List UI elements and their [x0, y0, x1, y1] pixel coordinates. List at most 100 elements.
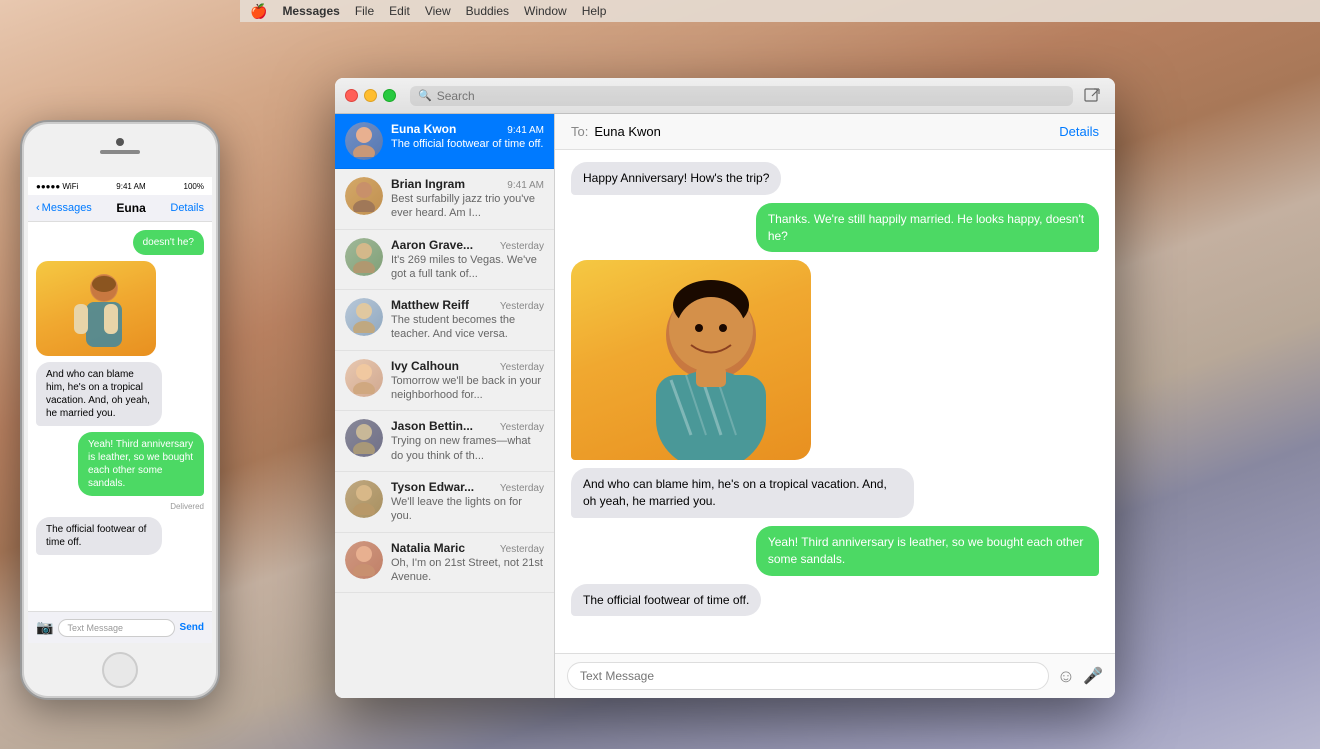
window-close-button[interactable]	[345, 89, 358, 102]
iphone-navbar: ‹ Messages Euna Details	[28, 195, 212, 222]
contact-time-natalia-maric: Yesterday	[500, 544, 544, 555]
menubar-buddies[interactable]: Buddies	[466, 4, 509, 18]
iphone-back-button[interactable]: ‹ Messages	[36, 202, 92, 214]
iphone-signal: ●●●●● WiFi	[36, 182, 78, 191]
chat-msg-image	[571, 260, 1099, 460]
window-titlebar: 🔍	[335, 78, 1115, 114]
compose-button[interactable]	[1079, 83, 1105, 109]
contact-name-natalia-maric: Natalia Maric	[391, 541, 465, 555]
contact-info-tyson-edwar: Tyson Edwar... Yesterday We'll leave the…	[391, 480, 544, 524]
search-icon: 🔍	[418, 89, 432, 102]
contact-avatar-aaron-grave	[345, 238, 383, 276]
messages-window: 🔍	[335, 78, 1115, 698]
contact-item-ivy-calhoun[interactable]: Ivy Calhoun Yesterday Tomorrow we'll be …	[335, 351, 554, 412]
contact-name-brian-ingram: Brian Ingram	[391, 177, 465, 191]
search-input[interactable]	[437, 89, 1065, 103]
contact-avatar-tyson-edwar	[345, 480, 383, 518]
iphone-details-button[interactable]: Details	[170, 202, 204, 214]
window-maximize-button[interactable]	[383, 89, 396, 102]
contact-preview-tyson-edwar: We'll leave the lights on for you.	[391, 495, 544, 524]
chat-area: To: Euna Kwon Details Happy Anniversary!…	[555, 114, 1115, 698]
contact-info-natalia-maric: Natalia Maric Yesterday Oh, I'm on 21st …	[391, 541, 544, 585]
iphone-camera-button[interactable]: 📷	[36, 619, 53, 636]
contact-time-brian-ingram: 9:41 AM	[507, 180, 544, 191]
chat-msg-incoming-2: And who can blame him, he's on a tropica…	[571, 468, 1099, 518]
compose-icon	[1084, 88, 1100, 104]
contact-info-aaron-grave: Aaron Grave... Yesterday It's 269 miles …	[391, 238, 544, 282]
contact-preview-natalia-maric: Oh, I'm on 21st Street, not 21st Avenue.	[391, 556, 544, 585]
chat-input-area: ☺ 🎤	[555, 653, 1115, 698]
apple-menu-icon[interactable]: 🍎	[250, 3, 267, 20]
contact-item-tyson-edwar[interactable]: Tyson Edwar... Yesterday We'll leave the…	[335, 472, 554, 533]
chat-bubble-2: Thanks. We're still happily married. He …	[756, 203, 1099, 253]
chat-to-field: To: Euna Kwon	[571, 124, 661, 139]
chat-details-button[interactable]: Details	[1059, 124, 1099, 139]
contact-item-aaron-grave[interactable]: Aaron Grave... Yesterday It's 269 miles …	[335, 230, 554, 291]
chat-msg-incoming-1: Happy Anniversary! How's the trip?	[571, 162, 1099, 195]
contact-info-brian-ingram: Brian Ingram 9:41 AM Best surfabilly jaz…	[391, 177, 544, 221]
menubar-edit[interactable]: Edit	[389, 4, 410, 18]
contact-item-matthew-reiff[interactable]: Matthew Reiff Yesterday The student beco…	[335, 290, 554, 351]
iphone-battery: 100%	[184, 182, 204, 191]
iphone-status-bar: ●●●●● WiFi 9:41 AM 100%	[28, 177, 212, 195]
contact-name-tyson-edwar: Tyson Edwar...	[391, 480, 474, 494]
mac-menubar: 🍎 Messages File Edit View Buddies Window…	[240, 0, 1320, 22]
contact-preview-brian-ingram: Best surfabilly jazz trio you've ever he…	[391, 192, 544, 221]
window-body: Euna Kwon 9:41 AM The official footwear …	[335, 114, 1115, 698]
iphone-input-bar: 📷 Text Message Send	[28, 611, 212, 643]
iphone-screen: ●●●●● WiFi 9:41 AM 100% ‹ Messages Euna …	[28, 177, 212, 643]
menubar-messages[interactable]: Messages	[282, 4, 339, 18]
microphone-button[interactable]: 🎤	[1083, 666, 1103, 686]
chat-text-input[interactable]	[567, 662, 1049, 690]
iphone-msg-incoming-2: The official footwear of time off.	[36, 517, 162, 555]
contact-item-euna-kwon[interactable]: Euna Kwon 9:41 AM The official footwear …	[335, 114, 554, 169]
contact-time-tyson-edwar: Yesterday	[500, 483, 544, 494]
emoji-button[interactable]: ☺	[1057, 666, 1075, 687]
contact-name-aaron-grave: Aaron Grave...	[391, 238, 473, 252]
menubar-window[interactable]: Window	[524, 4, 567, 18]
iphone-msg-incoming-1: And who can blame him, he's on a tropica…	[36, 362, 162, 426]
chat-header: To: Euna Kwon Details	[555, 114, 1115, 150]
contact-preview-jason-bettin: Trying on new frames—what do you think o…	[391, 434, 544, 463]
contact-item-jason-bettin[interactable]: Jason Bettin... Yesterday Trying on new …	[335, 411, 554, 472]
window-minimize-button[interactable]	[364, 89, 377, 102]
contact-info-euna-kwon: Euna Kwon 9:41 AM The official footwear …	[391, 122, 544, 151]
contact-item-natalia-maric[interactable]: Natalia Maric Yesterday Oh, I'm on 21st …	[335, 533, 554, 594]
search-bar[interactable]: 🔍	[410, 86, 1073, 106]
iphone-msg-outgoing-1: doesn't he?	[133, 230, 204, 255]
contact-avatar-ivy-calhoun	[345, 359, 383, 397]
iphone-camera	[116, 138, 124, 146]
chat-msg-outgoing-1: Thanks. We're still happily married. He …	[571, 203, 1099, 253]
contact-info-matthew-reiff: Matthew Reiff Yesterday The student beco…	[391, 298, 544, 342]
to-label: To:	[571, 124, 588, 139]
iphone-text-input[interactable]: Text Message	[58, 619, 174, 637]
contacts-sidebar: Euna Kwon 9:41 AM The official footwear …	[335, 114, 555, 698]
contact-time-matthew-reiff: Yesterday	[500, 301, 544, 312]
chat-messages-list: Happy Anniversary! How's the trip? Thank…	[555, 150, 1115, 653]
iphone-home-button[interactable]	[102, 652, 138, 688]
menubar-help[interactable]: Help	[582, 4, 607, 18]
menubar-view[interactable]: View	[425, 4, 451, 18]
contact-item-brian-ingram[interactable]: Brian Ingram 9:41 AM Best surfabilly jaz…	[335, 169, 554, 230]
contact-info-ivy-calhoun: Ivy Calhoun Yesterday Tomorrow we'll be …	[391, 359, 544, 403]
contact-preview-matthew-reiff: The student becomes the teacher. And vic…	[391, 313, 544, 342]
iphone-chat-title: Euna	[116, 201, 145, 215]
iphone-msg-image	[36, 261, 156, 356]
contact-preview-aaron-grave: It's 269 miles to Vegas. We've got a ful…	[391, 253, 544, 282]
chat-image-bubble	[571, 260, 811, 460]
iphone-send-button[interactable]: Send	[180, 622, 204, 633]
iphone-msg-outgoing-2: Yeah! Third anniversary is leather, so w…	[78, 432, 204, 496]
chat-bubble-1: Happy Anniversary! How's the trip?	[571, 162, 781, 195]
contact-name-euna-kwon: Euna Kwon	[391, 122, 456, 136]
contact-name-matthew-reiff: Matthew Reiff	[391, 298, 469, 312]
contact-avatar-natalia-maric	[345, 541, 383, 579]
contact-avatar-jason-bettin	[345, 419, 383, 457]
chat-msg-outgoing-2: Yeah! Third anniversary is leather, so w…	[571, 526, 1099, 576]
chat-msg-incoming-3: The official footwear of time off.	[571, 584, 1099, 617]
contact-info-jason-bettin: Jason Bettin... Yesterday Trying on new …	[391, 419, 544, 463]
contact-time-euna-kwon: 9:41 AM	[507, 125, 544, 136]
chat-bubble-5: The official footwear of time off.	[571, 584, 761, 617]
contact-avatar-euna-kwon	[345, 122, 383, 160]
menubar-file[interactable]: File	[355, 4, 374, 18]
iphone-time: 9:41 AM	[116, 182, 145, 191]
